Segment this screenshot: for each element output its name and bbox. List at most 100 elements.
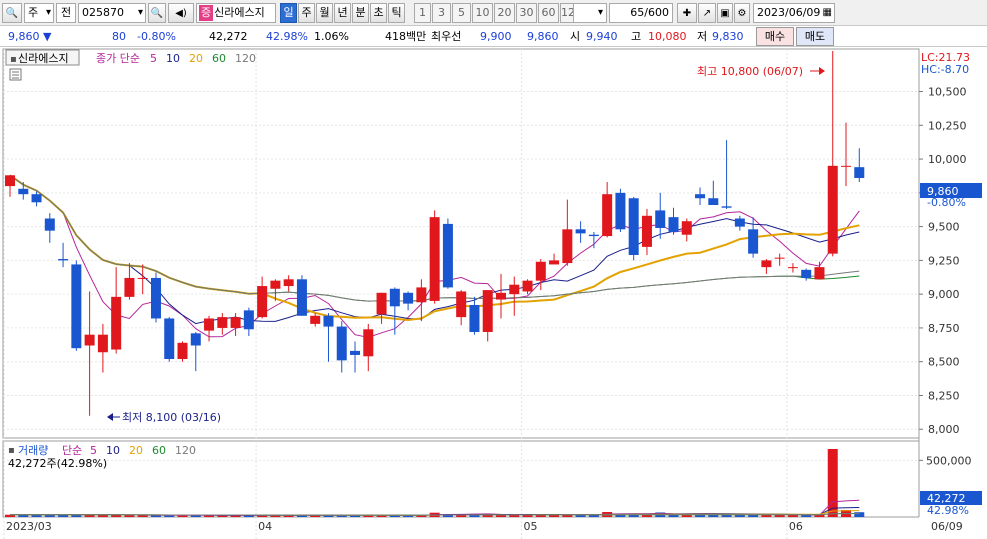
legend-ma-20: 20 (189, 52, 203, 65)
interval-tab-20[interactable]: 20 (494, 3, 515, 23)
candle-body (416, 287, 427, 303)
legend-volume-ma-title: 단순 (62, 444, 82, 457)
legend-volume-ma-10: 10 (106, 444, 120, 457)
candle-body (456, 291, 467, 318)
x-axis-panel (3, 517, 987, 539)
volume-bar (58, 515, 69, 517)
candle-body (177, 342, 188, 359)
legend-volume-title: 거래량 (18, 444, 48, 457)
search-button[interactable]: 🔍 (2, 3, 22, 23)
cursor-mode-button[interactable]: ✚ (677, 3, 697, 23)
candle-body (708, 198, 719, 205)
save-button[interactable]: ▣ (717, 3, 733, 23)
period-tab-1[interactable]: 주 (298, 3, 315, 23)
open-price: 9,940 (586, 30, 618, 43)
buy-button[interactable]: 매수 (756, 27, 794, 46)
interval-tab-60[interactable]: 60 (538, 3, 559, 23)
high-price: 10,080 (648, 30, 687, 43)
candle-body (350, 350, 361, 355)
market-select[interactable]: 주 ▾ (24, 3, 54, 23)
code-search-button[interactable]: 🔍 (148, 3, 166, 23)
period-tab-4[interactable]: 분 (352, 3, 369, 23)
candle-body (97, 334, 108, 353)
legend-volume-ma-60: 60 (152, 444, 166, 457)
legend-ma-10: 10 (166, 52, 180, 65)
candle-body (854, 167, 865, 178)
date-tick-label: 06/09 (931, 520, 963, 533)
candle-body (681, 221, 692, 235)
legend-stock-name: 신라에스지 (18, 52, 69, 65)
candle-body (296, 279, 307, 316)
chart-frame[interactable]: 500,000 8,000 8,250 8,500 8,750 9,000 9,250 9,… (0, 48, 987, 539)
prev-select-button[interactable]: 전 (56, 3, 76, 23)
candle-body (628, 198, 639, 255)
disk-icon: ▣ (720, 8, 730, 19)
interval-tab-5[interactable]: 5 (452, 3, 471, 23)
candle-body (336, 326, 347, 361)
crosshair-icon: ✚ (682, 8, 692, 19)
candle-body (389, 288, 400, 307)
candle-body (31, 194, 42, 203)
candle-body (522, 280, 533, 292)
current-price-tag-change: -0.80% (927, 196, 966, 209)
candle-body (602, 194, 613, 237)
interval-tab-10[interactable]: 10 (472, 3, 493, 23)
candle-body (124, 277, 135, 297)
volume-bar (97, 515, 108, 517)
gear-icon: ⚙ (737, 8, 747, 19)
candle-body (774, 257, 785, 259)
line-tool-icon: ↗ (702, 8, 712, 19)
candle-body (243, 310, 254, 330)
candle-body (827, 165, 838, 254)
volume-bar (801, 515, 812, 517)
candle-body (562, 229, 573, 264)
date-field[interactable]: 2023/06/09 ▦ (753, 3, 835, 23)
stock-name-field[interactable]: 증 신라에스지 (196, 3, 276, 23)
candle-body (204, 318, 215, 331)
period-tab-0[interactable]: 일 (280, 3, 297, 23)
candle-body (270, 280, 281, 289)
candle-body (5, 175, 15, 187)
candle-body (615, 192, 626, 230)
candle-body (535, 261, 546, 281)
candle-body (668, 217, 679, 233)
hc-value: HC:-8.70 (921, 63, 969, 76)
interval-tab-30[interactable]: 30 (516, 3, 537, 23)
legend-dot-icon: ▪ (8, 445, 15, 456)
price-tick-label: 9,250 (928, 254, 960, 267)
candle-body (814, 267, 825, 280)
candle-body (310, 315, 321, 324)
down-triangle-icon: ▼ (43, 30, 52, 43)
interval-tab-1[interactable]: 1 (414, 3, 431, 23)
sound-toggle[interactable]: ◀) (168, 3, 194, 23)
drawing-tool-button[interactable]: ↗ (698, 3, 716, 23)
candle-body (58, 259, 69, 261)
stock-chart[interactable]: 500,000 8,000 8,250 8,500 8,750 9,000 9,250 9,… (0, 48, 987, 539)
period-tab-3[interactable]: 년 (334, 3, 351, 23)
candle-body (84, 334, 95, 346)
period-tab-5[interactable]: 초 (370, 3, 387, 23)
settings-button[interactable]: ⚙ (734, 3, 750, 23)
candle-body (655, 210, 666, 228)
candle-body (469, 304, 480, 332)
period-tab-6[interactable]: 틱 (388, 3, 405, 23)
data-count-field[interactable]: 65/600 (609, 3, 673, 23)
candle-body (111, 296, 122, 350)
chevron-down-icon: ▾ (45, 7, 51, 18)
stock-code-input[interactable]: 025870 ▾ (78, 3, 146, 23)
interval-input[interactable]: ▾ (573, 3, 607, 23)
candle-body (71, 264, 82, 349)
market-value: 주 (28, 6, 39, 19)
current-volume-tag-ratio: 42.98% (927, 504, 969, 517)
candle-body (190, 333, 201, 346)
volume-bar (124, 515, 135, 517)
sell-button[interactable]: 매도 (796, 27, 834, 46)
interval-tab-3[interactable]: 3 (432, 3, 451, 23)
legend-price-title: 종가 단순 (96, 52, 140, 65)
candle-body (164, 318, 175, 359)
stock-code-value: 025870 (82, 6, 124, 19)
quote-bar: 9,860 ▼ 80 -0.80% 42,272 42.98% 1.06% 41… (0, 26, 987, 47)
volume-bar (787, 515, 798, 517)
low-annotation: 최저 8,100 (03/16) (122, 411, 221, 424)
period-tab-2[interactable]: 월 (316, 3, 333, 23)
